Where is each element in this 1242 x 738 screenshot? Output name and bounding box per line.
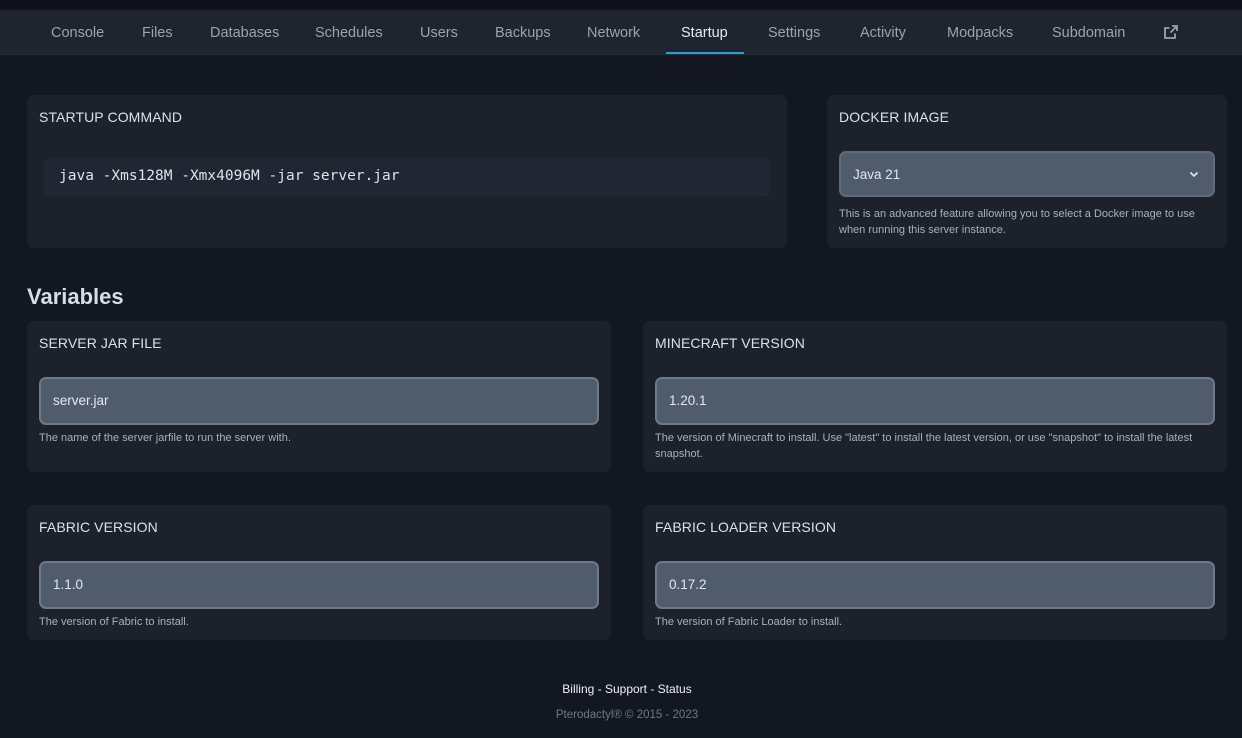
fabric-loader-version-input[interactable]: 0.17.2 [655, 561, 1215, 609]
variable-description: The version of Fabric to install. [39, 616, 189, 628]
variable-description: The version of Fabric Loader to install. [655, 616, 843, 628]
tab-network[interactable]: Network [587, 10, 640, 55]
variable-title: FABRIC LOADER VERSION [655, 519, 837, 535]
support-link[interactable]: Support [605, 682, 647, 696]
tab-databases[interactable]: Databases [210, 10, 279, 55]
status-link[interactable]: Status [658, 682, 692, 696]
tab-files[interactable]: Files [142, 10, 173, 55]
docker-image-select[interactable]: Java 21 [839, 151, 1215, 197]
variable-title: MINECRAFT VERSION [655, 335, 806, 351]
docker-image-title: DOCKER IMAGE [839, 109, 950, 125]
footer-separator: - [594, 682, 605, 696]
tab-schedules[interactable]: Schedules [315, 10, 383, 55]
external-link-icon[interactable] [1163, 24, 1179, 40]
billing-link[interactable]: Billing [562, 682, 594, 696]
variables-heading: Variables [27, 284, 124, 309]
tab-backups[interactable]: Backups [495, 10, 551, 55]
variable-card-fabric-version: FABRIC VERSION 1.1.0 The version of Fabr… [27, 505, 611, 640]
startup-command-title: STARTUP COMMAND [39, 109, 183, 125]
server-navbar: Console Files Databases Schedules Users … [0, 10, 1242, 55]
footer-links: Billing - Support - Status [0, 682, 1242, 696]
variable-title: FABRIC VERSION [39, 519, 158, 535]
server-jar-input[interactable]: server.jar [39, 377, 599, 425]
footer-copyright: Pterodactyl® © 2015 - 2023 [555, 709, 699, 721]
docker-image-description: This is an advanced feature allowing you… [839, 208, 1195, 236]
fabric-version-input[interactable]: 1.1.0 [39, 561, 599, 609]
tab-subdomain[interactable]: Subdomain [1052, 10, 1125, 55]
tab-settings[interactable]: Settings [768, 10, 820, 55]
variable-card-fabric-loader-version: FABRIC LOADER VERSION 0.17.2 The version… [643, 505, 1227, 640]
tab-modpacks[interactable]: Modpacks [947, 10, 1013, 55]
variable-card-server-jar: SERVER JAR FILE server.jar The name of t… [27, 321, 611, 472]
docker-image-selected: Java 21 [853, 167, 901, 182]
variable-title: SERVER JAR FILE [39, 335, 162, 351]
top-strip [0, 0, 1242, 10]
tab-startup[interactable]: Startup [681, 10, 728, 55]
tab-console[interactable]: Console [51, 10, 104, 55]
tab-users[interactable]: Users [420, 10, 458, 55]
footer-separator: - [647, 682, 658, 696]
docker-image-card: DOCKER IMAGE Java 21 This is an advanced… [827, 95, 1227, 248]
chevron-down-icon [1189, 171, 1199, 178]
variable-card-minecraft-version: MINECRAFT VERSION 1.20.1 The version of … [643, 321, 1227, 472]
variable-description: The version of Minecraft to install. Use… [655, 432, 1193, 460]
minecraft-version-input[interactable]: 1.20.1 [655, 377, 1215, 425]
active-tab-indicator [666, 52, 744, 54]
variable-description: The name of the server jarfile to run th… [39, 432, 291, 444]
tab-activity[interactable]: Activity [860, 10, 906, 55]
startup-command-text: java -Xms128M -Xmx4096M -jar server.jar [59, 168, 400, 184]
